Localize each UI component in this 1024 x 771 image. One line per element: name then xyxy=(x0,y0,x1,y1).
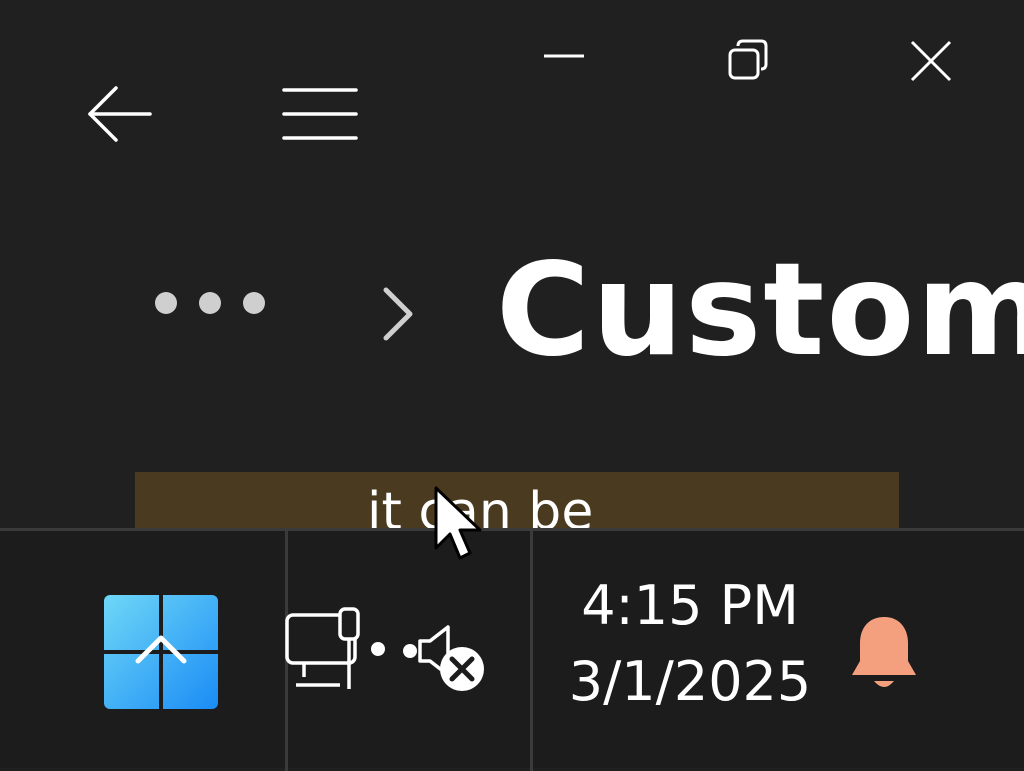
page-title: Custom xyxy=(496,236,1024,385)
wired-network-icon xyxy=(285,607,385,689)
hamburger-menu-icon xyxy=(282,88,358,140)
bell-icon xyxy=(852,617,916,687)
restore-button[interactable] xyxy=(724,36,772,84)
ellipsis-icon xyxy=(155,292,265,314)
network-status-button[interactable] xyxy=(282,605,392,697)
minimize-button[interactable] xyxy=(540,36,588,76)
restore-icon xyxy=(728,39,768,80)
breadcrumb-separator xyxy=(376,282,420,346)
start-button-icon xyxy=(104,595,218,709)
breadcrumb-overflow-button[interactable] xyxy=(150,286,270,320)
cursor-arrow-icon xyxy=(434,486,482,560)
clock-date: 3/1/2025 xyxy=(568,650,812,713)
notification-button[interactable] xyxy=(846,613,922,695)
back-arrow-icon xyxy=(88,86,152,142)
close-icon xyxy=(910,40,952,82)
volume-button[interactable] xyxy=(400,619,490,697)
start-button[interactable] xyxy=(102,593,220,711)
chevron-right-icon xyxy=(383,287,413,341)
settings-window: Custom it can be xyxy=(0,0,1024,528)
minimize-icon xyxy=(544,54,584,58)
mouse-cursor xyxy=(432,486,488,566)
info-banner: it can be xyxy=(135,472,899,528)
menu-button[interactable] xyxy=(280,84,360,144)
clock-time: 4:15 PM xyxy=(581,574,799,637)
taskbar: 4:15 PM 3/1/2025 xyxy=(0,528,1024,771)
volume-muted-icon xyxy=(403,625,484,691)
clock-button[interactable]: 4:15 PM 3/1/2025 xyxy=(556,577,824,711)
close-button[interactable] xyxy=(906,36,956,86)
back-button[interactable] xyxy=(84,82,156,146)
taskbar-divider xyxy=(530,531,533,771)
